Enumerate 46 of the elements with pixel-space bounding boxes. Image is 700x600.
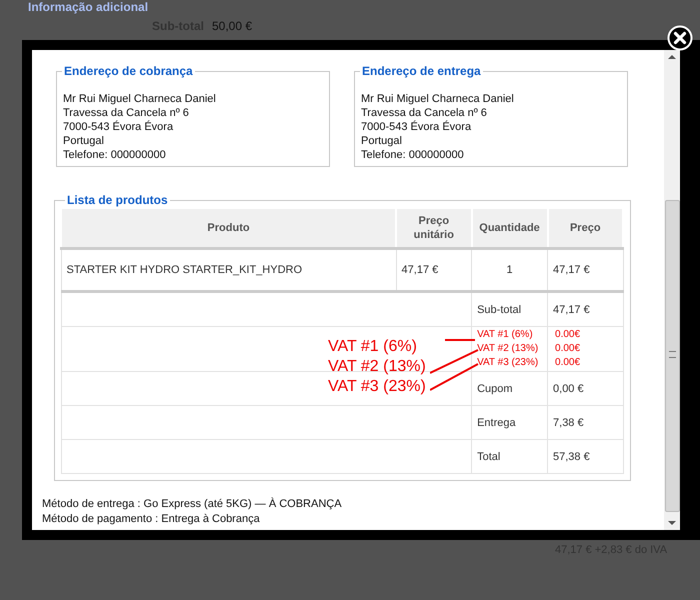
- annotation-label: VAT #1 (6%): [328, 337, 418, 357]
- column-header: Quantidade: [472, 208, 548, 248]
- address-line: Travessa da Cancela nº 6: [361, 106, 488, 120]
- column-header: Preço unitário: [396, 208, 472, 248]
- table-cell: 47,17 €: [548, 248, 623, 292]
- address-line: Mr Rui Miguel Charneca Daniel: [63, 92, 217, 106]
- summary-label: Entrega: [472, 406, 548, 440]
- column-header: Produto: [61, 208, 396, 248]
- summary-label: Sub-total: [472, 292, 548, 326]
- tax-value: 0.00€: [554, 356, 582, 370]
- table-cell: 1: [472, 248, 548, 292]
- summary-label: Total: [472, 440, 548, 474]
- subtotal-value: 50,00 €: [212, 19, 252, 33]
- address-line: Telefone: 000000000: [63, 148, 167, 162]
- scrollbar[interactable]: [664, 50, 680, 530]
- address-line: 7000-543 Évora Évora: [63, 120, 174, 134]
- method-text: Método de entrega : Go Express (até 5KG) — À COBRANÇA: [42, 497, 343, 512]
- tax-label: VAT #2 (13%): [477, 342, 540, 356]
- address-legend: Endereço de entrega: [360, 64, 483, 78]
- leader-line: [445, 339, 475, 341]
- leader-line: [430, 363, 478, 391]
- table-cell: 47,17 €: [396, 248, 472, 292]
- address-legend: Endereço de cobrança: [62, 64, 195, 78]
- summary-value: 47,17 €: [548, 292, 623, 326]
- tax-label: VAT #3 (23%): [477, 356, 540, 370]
- tax-value: 0.00€: [554, 328, 582, 342]
- tax-label: VAT #1 (6%): [477, 328, 534, 342]
- leader-line: [430, 349, 478, 374]
- annotation-label: VAT #2 (13%): [328, 357, 426, 377]
- section-title: Informação adicional: [28, 0, 150, 14]
- address-line: Portugal: [63, 134, 105, 148]
- summary-value: 0,00 €: [548, 372, 623, 406]
- address-line: Travessa da Cancela nº 6: [63, 106, 190, 120]
- address-line: 7000-543 Évora Évora: [361, 120, 472, 134]
- summary-value: 7,38 €: [548, 406, 623, 440]
- summary-label: Cupom: [472, 372, 548, 406]
- address-line: Portugal: [361, 134, 403, 148]
- table-cell: STARTER KIT HYDRO STARTER_KIT_HYDRO: [61, 248, 396, 292]
- annotation-label: VAT #3 (23%): [328, 377, 426, 397]
- method-text: Método de pagamento : Entrega à Cobrança: [42, 512, 261, 527]
- products-legend: Lista de produtos: [65, 193, 170, 207]
- address-line: Telefone: 000000000: [361, 148, 465, 162]
- tax-value: 0.00€: [554, 342, 582, 356]
- column-header: Preço: [548, 208, 623, 248]
- summary-value: 57,38 €: [548, 440, 623, 474]
- address-line: Mr Rui Miguel Charneca Daniel: [361, 92, 515, 106]
